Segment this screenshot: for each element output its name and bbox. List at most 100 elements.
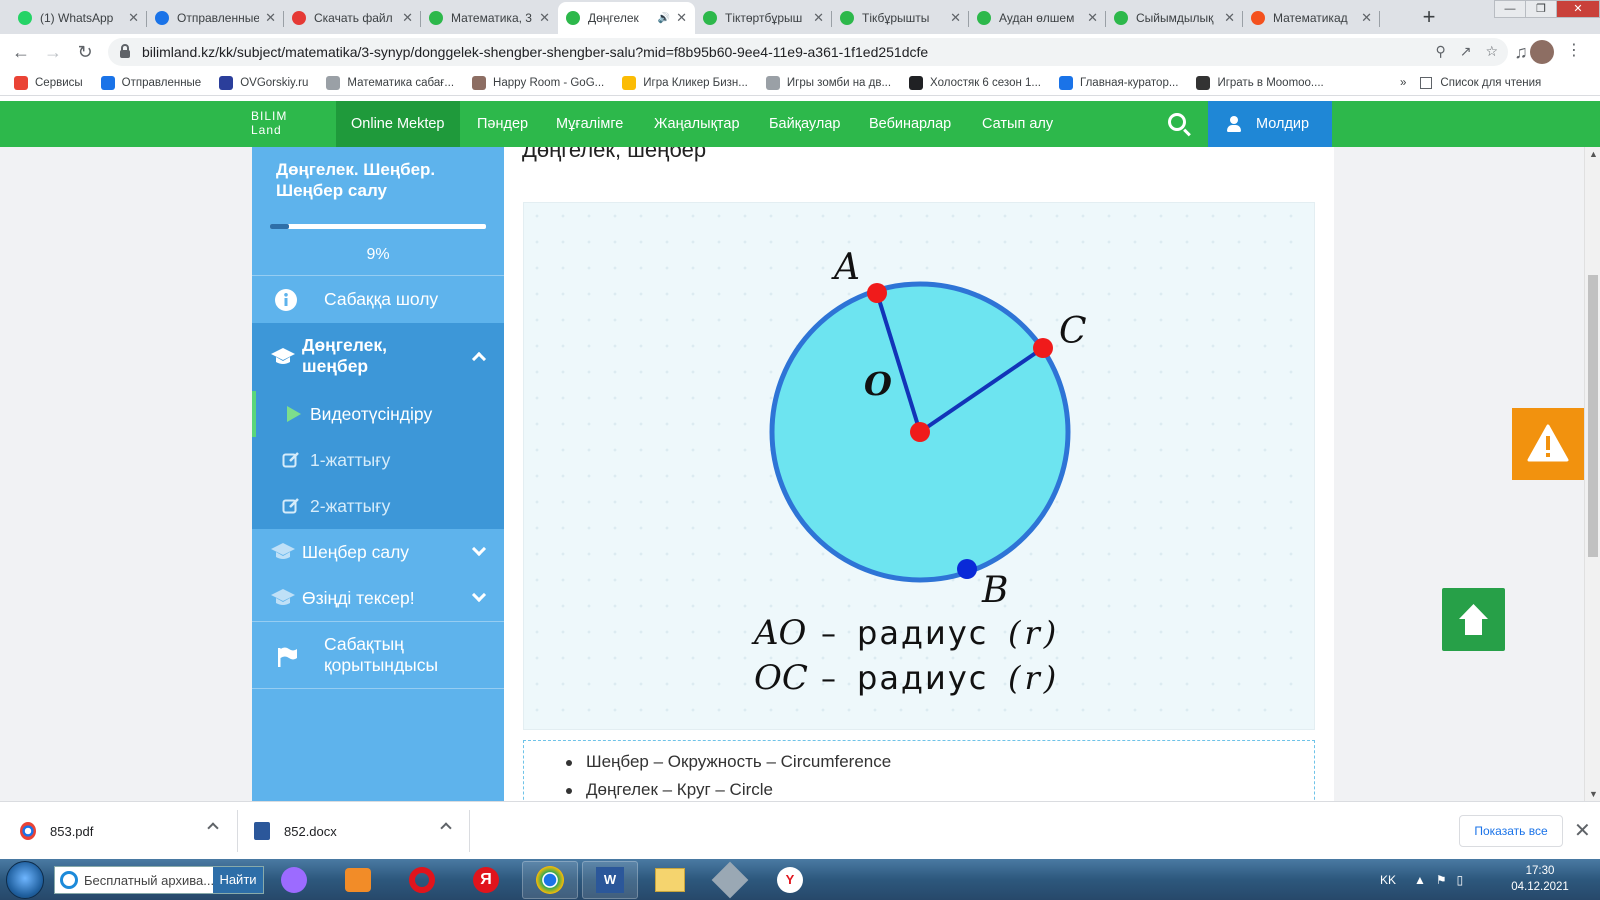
speaker-icon[interactable]: 🔊 (658, 13, 670, 24)
opera-icon[interactable] (394, 861, 450, 899)
download-item-pdf[interactable]: 853.pdf (20, 802, 93, 860)
formula1-paren: (r) (1008, 614, 1060, 652)
video-player-icon[interactable] (330, 861, 386, 899)
browser-tab[interactable]: Математикад ✕ (1243, 2, 1380, 34)
bookmark-star-icon[interactable]: ☆ (1485, 43, 1498, 60)
sidebar-subitem-video[interactable]: Видеотүсіндіру (252, 391, 504, 437)
formula2-dash: – (821, 662, 836, 697)
close-tab-icon[interactable]: ✕ (402, 10, 413, 26)
close-tab-icon[interactable]: ✕ (950, 10, 961, 26)
profile-avatar[interactable] (1530, 40, 1554, 64)
close-tab-icon[interactable]: ✕ (813, 10, 824, 26)
browser-tab[interactable]: Сыйымдылық ✕ (1106, 2, 1243, 34)
chevron-up-icon[interactable] (471, 351, 487, 367)
signal-icon[interactable]: ▯ (1457, 873, 1464, 887)
zoom-icon[interactable]: ⚲ (1435, 43, 1445, 60)
taskbar-clock[interactable]: 17:30 04.12.2021 (1510, 863, 1570, 895)
alice-icon[interactable] (266, 861, 322, 899)
user-name: Молдир (1256, 116, 1310, 132)
sidebar-item-circle-section[interactable]: Дөңгелек, шеңбер (252, 323, 504, 391)
site-nav-item[interactable]: Мұғалімге (556, 101, 623, 147)
user-menu-button[interactable]: Молдир (1208, 101, 1332, 147)
reload-icon[interactable]: ↻ (74, 41, 96, 63)
sidebar-subitem-exercise-1[interactable]: 1-жаттығу (252, 437, 504, 483)
taskbar-search-button[interactable]: Найти (213, 867, 263, 893)
close-window-button[interactable]: ✕ (1556, 0, 1600, 18)
sidebar-item-draw-circle[interactable]: Шеңбер салу (252, 529, 504, 575)
network-icon[interactable]: ⚑ (1436, 873, 1447, 887)
site-nav-item[interactable]: Жаңалықтар (654, 101, 740, 147)
page-scrollbar[interactable]: ▲ ▼ (1584, 147, 1600, 801)
bookmark-item[interactable]: Игра Кликер Бизн... (622, 75, 748, 90)
browser-menu-icon[interactable]: ⋮ (1566, 40, 1582, 60)
bookmark-item[interactable]: Холостяк 6 сезон 1... (909, 75, 1041, 90)
bookmark-item[interactable]: Главная-куратор... (1059, 75, 1178, 90)
scroll-up-arrow-icon[interactable]: ▲ (1589, 149, 1598, 159)
scroll-down-arrow-icon[interactable]: ▼ (1589, 789, 1598, 799)
scrollbar-thumb[interactable] (1588, 275, 1598, 557)
bookmark-item[interactable]: Игры зомби на дв... (765, 75, 891, 90)
forward-arrow-icon[interactable]: → (42, 41, 64, 63)
tools-icon[interactable] (702, 861, 758, 899)
site-nav-item[interactable]: Сатып алу (982, 101, 1053, 147)
reading-list-link[interactable]: Список для чтения (1440, 77, 1541, 89)
show-all-downloads-button[interactable]: Показать все (1459, 815, 1563, 847)
chevron-up-icon[interactable] (207, 822, 219, 834)
report-error-button[interactable] (1512, 408, 1584, 480)
browser-tab[interactable]: Дөңгелек 🔊 ✕ (558, 2, 695, 34)
sidebar-item-overview[interactable]: Сабаққа шолу (252, 275, 504, 323)
file-explorer-icon[interactable] (642, 861, 698, 899)
site-nav-item[interactable]: Online Mektep (336, 101, 460, 147)
chrome-icon[interactable] (522, 861, 578, 899)
minimize-button[interactable]: — (1494, 0, 1526, 18)
site-search-icon[interactable] (1168, 113, 1186, 131)
word-icon[interactable]: W (582, 861, 638, 899)
close-tab-icon[interactable]: ✕ (1087, 10, 1098, 26)
sidebar-subitem-exercise-2[interactable]: 2-жаттығу (252, 483, 504, 529)
site-nav-item[interactable]: Байқаулар (769, 101, 840, 147)
close-tab-icon[interactable]: ✕ (539, 10, 550, 26)
bookmark-item[interactable]: Играть в Moomoo.... (1196, 75, 1324, 90)
chevron-down-icon[interactable] (471, 587, 487, 603)
close-tab-icon[interactable]: ✕ (128, 10, 139, 26)
close-tab-icon[interactable]: ✕ (1224, 10, 1235, 26)
address-bar[interactable]: bilimland.kz/kk/subject/matematika/3-syn… (108, 38, 1508, 66)
browser-tab[interactable]: (1) WhatsApp ✕ (10, 2, 147, 34)
close-tab-icon[interactable]: ✕ (265, 10, 276, 26)
browser-tab[interactable]: Тікбұрышты ✕ (832, 2, 969, 34)
site-nav-item[interactable]: Пәндер (477, 101, 528, 147)
download-item-docx[interactable]: 852.docx (254, 802, 337, 860)
browser-tab[interactable]: Математика, 3 ✕ (421, 2, 558, 34)
chevron-down-icon[interactable] (471, 541, 487, 557)
bookmark-item[interactable]: Сервисы (14, 75, 83, 90)
bilimland-logo[interactable]: BILIM Land (251, 109, 311, 137)
close-icon[interactable]: ✕ (1574, 818, 1591, 843)
sidebar-item-summary[interactable]: Сабақтың қорытындысы (252, 621, 504, 689)
scroll-to-top-button[interactable] (1442, 588, 1505, 651)
chevron-up-icon[interactable] (440, 822, 452, 834)
yandex-icon[interactable]: Я (458, 861, 514, 899)
close-tab-icon[interactable]: ✕ (1361, 10, 1372, 26)
browser-tab[interactable]: Тіктөртбұрыш ✕ (695, 2, 832, 34)
close-tab-icon[interactable]: ✕ (676, 10, 687, 26)
restore-button[interactable]: ❐ (1525, 0, 1557, 18)
bookmark-item[interactable]: Happy Room - GoG... (472, 75, 604, 90)
back-arrow-icon[interactable]: ← (10, 41, 32, 63)
browser-tab[interactable]: Аудан өлшем ✕ (969, 2, 1106, 34)
bookmarks-overflow-icon[interactable]: » (1400, 77, 1406, 89)
media-control-icon[interactable]: ♫ (1510, 41, 1532, 63)
start-button[interactable] (6, 861, 44, 899)
site-nav-item[interactable]: Вебинарлар (869, 101, 951, 147)
bookmark-item[interactable]: Отправленные (100, 75, 201, 90)
bookmark-item[interactable]: OVGorskiy.ru (219, 75, 308, 90)
new-tab-button[interactable]: + (1416, 5, 1442, 31)
tray-expand-icon[interactable]: ▲ (1414, 873, 1426, 887)
sidebar-item-self-check[interactable]: Өзіңді тексер! (252, 575, 504, 621)
input-language[interactable]: KK (1380, 873, 1396, 887)
browser-tab[interactable]: Отправленные ✕ (147, 2, 284, 34)
yandex-browser-icon[interactable]: Y (762, 861, 818, 899)
share-icon[interactable]: ↗ (1460, 43, 1472, 60)
browser-tab[interactable]: Скачать файл ✕ (284, 2, 421, 34)
taskbar-search[interactable]: Бесплатный архива... Найти (54, 866, 264, 894)
bookmark-item[interactable]: Математика сабағ... (326, 75, 454, 90)
